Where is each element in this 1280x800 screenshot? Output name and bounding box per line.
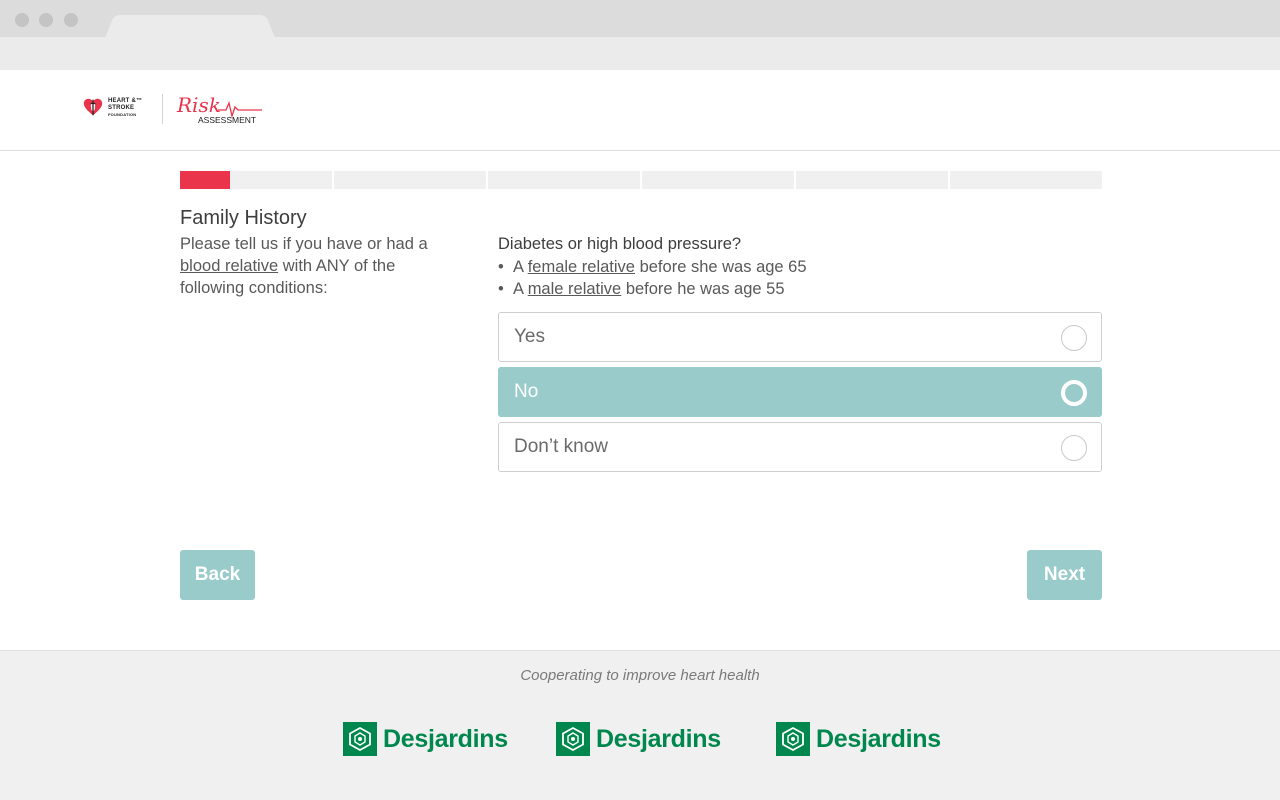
heart-and-stroke-wordmark: HEART &™ STROKE FOUNDATION xyxy=(108,98,142,117)
sponsor-name: Desjardins xyxy=(383,724,508,753)
heart-logo-icon xyxy=(83,98,103,116)
female-relative-link[interactable]: female relative xyxy=(528,258,635,276)
answer-options: Yes No Don’t know xyxy=(498,312,1102,477)
risk-assessment-logo-graphic: Risk ASSESSMENT xyxy=(176,93,262,125)
criteria-text: before he was age 55 xyxy=(621,280,785,298)
hsf-line-2: STROKE xyxy=(108,104,135,111)
question-title: Diabetes or high blood pressure? xyxy=(498,235,742,253)
option-label: Yes xyxy=(514,326,545,347)
heart-and-stroke-logo[interactable]: HEART &™ STROKE FOUNDATION xyxy=(82,96,142,118)
progress-fill xyxy=(180,171,231,189)
progress-segment xyxy=(334,171,486,189)
radio-icon[interactable] xyxy=(1061,435,1087,461)
assessment-text: ASSESSMENT xyxy=(198,115,256,125)
back-button[interactable]: Back xyxy=(180,550,255,600)
option-label: Don’t know xyxy=(514,436,608,457)
site-header: HEART &™ STROKE FOUNDATION Risk ASSESSME… xyxy=(0,70,1280,151)
criteria-text: A xyxy=(513,280,528,298)
window-maximize-button[interactable] xyxy=(64,13,78,27)
risk-script-text: Risk xyxy=(176,93,221,117)
option-no[interactable]: No xyxy=(498,367,1102,417)
radio-icon[interactable] xyxy=(1061,325,1087,351)
hsf-line-1: HEART &™ xyxy=(108,97,143,104)
footer-tagline: Cooperating to improve heart health xyxy=(520,667,760,684)
section-desc-text: Please tell us if you have or had a xyxy=(180,235,428,253)
desjardins-hexagon-icon xyxy=(556,722,590,756)
risk-assessment-logo[interactable]: Risk ASSESSMENT xyxy=(176,90,266,135)
option-yes[interactable]: Yes xyxy=(498,312,1102,362)
browser-chrome xyxy=(0,0,1280,70)
window-close-button[interactable] xyxy=(15,13,29,27)
option-dont-know[interactable]: Don’t know xyxy=(498,422,1102,472)
sponsor-name: Desjardins xyxy=(596,724,721,753)
window-minimize-button[interactable] xyxy=(39,13,53,27)
sponsor-logo-desjardins[interactable]: Desjardins xyxy=(776,722,941,756)
progress-segment xyxy=(488,171,640,189)
option-label: No xyxy=(514,381,539,402)
sponsor-logo-desjardins[interactable]: Desjardins xyxy=(343,722,508,756)
progress-bar xyxy=(180,171,1102,189)
question-criteria: • A female relative before she was age 65… xyxy=(498,256,807,300)
next-button[interactable]: Next xyxy=(1027,550,1102,600)
progress-segment xyxy=(180,171,332,189)
logo-divider xyxy=(162,94,163,124)
desjardins-hexagon-icon xyxy=(776,722,810,756)
male-relative-link[interactable]: male relative xyxy=(528,280,622,298)
bullet-icon: • xyxy=(498,258,504,276)
criteria-text: before she was age 65 xyxy=(635,258,807,276)
section-title: Family History xyxy=(180,207,307,229)
progress-segment xyxy=(642,171,794,189)
desjardins-hexagon-icon xyxy=(343,722,377,756)
bullet-icon: • xyxy=(498,280,504,298)
radio-icon[interactable] xyxy=(1061,380,1087,406)
section-description: Please tell us if you have or had a bloo… xyxy=(180,233,460,299)
sponsor-name: Desjardins xyxy=(816,724,941,753)
criteria-item: • A male relative before he was age 55 xyxy=(498,278,807,300)
progress-segment xyxy=(950,171,1102,189)
criteria-item: • A female relative before she was age 65 xyxy=(498,256,807,278)
progress-segment xyxy=(796,171,948,189)
blood-relative-link[interactable]: blood relative xyxy=(180,257,278,275)
criteria-text: A xyxy=(513,258,528,276)
browser-tab[interactable] xyxy=(105,15,275,39)
hsf-line-3: FOUNDATION xyxy=(108,111,137,117)
sponsor-logo-desjardins[interactable]: Desjardins xyxy=(556,722,721,756)
site-footer: Cooperating to improve heart health Desj… xyxy=(0,650,1280,800)
